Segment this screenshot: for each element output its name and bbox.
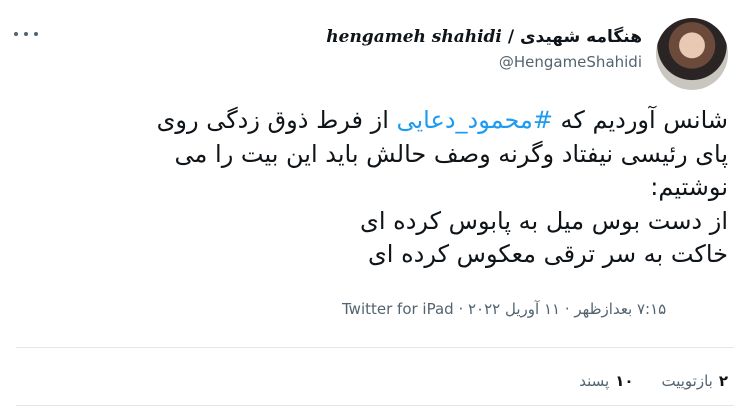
- tweet-author[interactable]: هنگامه شهیدی / hengameh shahidi @Hengame…: [326, 26, 642, 72]
- tweet-stats: ۲ بازتوییت ۱۰ پسند: [579, 372, 728, 390]
- likes-label: پسند: [579, 372, 610, 390]
- tweet-line-1: شانس آوردیم که #محمود_دعایی از فرط ذوق ز…: [28, 104, 728, 138]
- meta-separator: ·: [560, 300, 575, 318]
- author-name-latin: hengameh shahidi: [326, 27, 502, 47]
- tweet-text: شانس آوردیم که #محمود_دعایی از فرط ذوق ز…: [28, 104, 728, 272]
- author-name-persian: هنگامه شهیدی: [519, 27, 642, 47]
- tweet-meta: ۷:۱۵ بعدازظهر · ۱۱ آوریل ۲۰۲۲ · Twitter …: [342, 300, 666, 318]
- retweets-label: بازتوییت: [661, 372, 713, 390]
- author-handle[interactable]: @HengameShahidi: [326, 52, 642, 72]
- tweet-line-2: پای رئیسی نیفتاد وگرنه وصف حالش باید این…: [174, 139, 728, 168]
- avatar[interactable]: [656, 18, 728, 90]
- divider: [16, 347, 734, 348]
- likes-stat[interactable]: ۱۰ پسند: [579, 372, 633, 390]
- tweet-source[interactable]: Twitter for iPad: [342, 300, 454, 318]
- more-dot: [14, 32, 18, 36]
- author-display-name[interactable]: هنگامه شهیدی / hengameh shahidi: [326, 26, 642, 48]
- tweet-text-segment: از فرط ذوق زدگی روی: [156, 106, 397, 134]
- retweets-stat[interactable]: ۲ بازتوییت: [662, 372, 729, 390]
- meta-separator: ·: [453, 300, 468, 318]
- tweet-date[interactable]: ۱۱ آوریل ۲۰۲۲: [468, 300, 560, 318]
- tweet-time[interactable]: ۷:۱۵ بعدازظهر: [574, 300, 666, 318]
- tweet-line-5: خاکت به سر ترقی معکوس کرده ای: [368, 240, 728, 268]
- more-options-icon[interactable]: [14, 24, 38, 44]
- retweets-count: ۲: [718, 372, 728, 390]
- more-dot: [34, 32, 38, 36]
- tweet-line-4: از دست بوس میل به پابوس کرده ای: [360, 206, 728, 235]
- tweet-line-3: نوشتیم:: [650, 173, 728, 201]
- author-name-separator: /: [507, 27, 515, 47]
- likes-count: ۱۰: [615, 372, 634, 390]
- more-dot: [24, 32, 28, 36]
- tweet-text-segment: شانس آوردیم که: [552, 106, 728, 134]
- hashtag-link[interactable]: #محمود_دعایی: [397, 106, 553, 134]
